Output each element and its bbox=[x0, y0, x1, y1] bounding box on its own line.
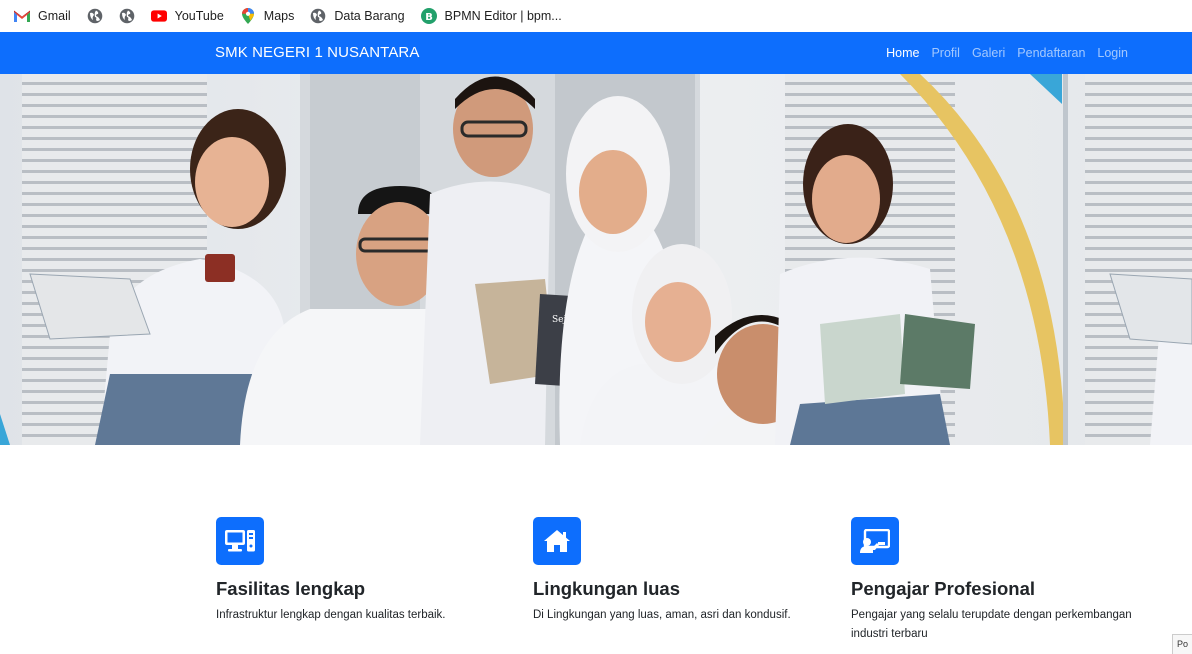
feature-text: Di Lingkungan yang luas, aman, asri dan … bbox=[533, 609, 791, 621]
bookmark-site[interactable] bbox=[119, 4, 135, 28]
feature-pengajar: Pengajar Profesional Pengajar yang selal… bbox=[851, 517, 1151, 644]
feature-title: Lingkungan luas bbox=[533, 578, 680, 599]
svg-text:B: B bbox=[425, 12, 433, 23]
bpmn-icon: B bbox=[420, 8, 437, 24]
bookmark-label: YouTube bbox=[174, 9, 224, 23]
globe-icon bbox=[119, 8, 135, 24]
nav-galeri[interactable]: Galeri bbox=[972, 46, 1005, 60]
globe-icon bbox=[310, 8, 326, 24]
feature-title: Pengajar Profesional bbox=[851, 578, 1036, 599]
bookmark-data-barang[interactable]: Data Barang bbox=[310, 4, 405, 28]
hero-banner: Sejarah Indonesia bbox=[0, 74, 1192, 445]
nav-menu: Home Profil Galeri Pendaftaran Login bbox=[874, 32, 1128, 74]
bookmark-label: Gmail bbox=[38, 9, 71, 23]
nav-home[interactable]: Home bbox=[886, 46, 919, 60]
gmail-icon bbox=[14, 8, 30, 24]
globe-icon bbox=[87, 8, 103, 24]
bookmark-maps[interactable]: Maps bbox=[240, 4, 295, 28]
nav-pendaftaran[interactable]: Pendaftaran bbox=[1017, 46, 1085, 60]
bookmark-label: Maps bbox=[263, 9, 295, 23]
corner-widget[interactable]: Po bbox=[1172, 634, 1192, 654]
bookmark-site[interactable] bbox=[87, 4, 103, 28]
house-icon bbox=[533, 517, 581, 565]
nav-login[interactable]: Login bbox=[1097, 46, 1128, 60]
feature-text: Pengajar yang selalu terupdate dengan pe… bbox=[851, 609, 1132, 640]
bookmark-bpmn-editor[interactable]: B BPMN Editor | bpm... bbox=[420, 4, 562, 28]
feature-text: Infrastruktur lengkap dengan kualitas te… bbox=[216, 609, 446, 621]
feature-fasilitas: Fasilitas lengkap Infrastruktur lengkap … bbox=[216, 517, 516, 625]
bookmark-label: BPMN Editor | bpm... bbox=[444, 9, 562, 23]
feature-title: Fasilitas lengkap bbox=[216, 578, 366, 599]
navbar: SMK NEGERI 1 NUSANTARA Home Profil Galer… bbox=[0, 32, 1192, 74]
hero-students-image: Sejarah Indonesia bbox=[0, 74, 1192, 445]
bookmark-gmail[interactable]: Gmail bbox=[14, 4, 71, 28]
youtube-icon bbox=[150, 8, 167, 24]
bookmark-label: Data Barang bbox=[334, 9, 405, 23]
computer-icon bbox=[216, 517, 264, 565]
bookmarks-bar: Gmail YouTube Maps Data Barang B BPMN Ed… bbox=[0, 0, 1192, 32]
site-brand[interactable]: SMK NEGERI 1 NUSANTARA bbox=[215, 32, 419, 74]
bookmark-youtube[interactable]: YouTube bbox=[150, 4, 224, 28]
maps-icon bbox=[240, 8, 256, 24]
teacher-board-icon bbox=[851, 517, 899, 565]
nav-profil[interactable]: Profil bbox=[931, 46, 959, 60]
feature-lingkungan: Lingkungan luas Di Lingkungan yang luas,… bbox=[533, 517, 833, 625]
